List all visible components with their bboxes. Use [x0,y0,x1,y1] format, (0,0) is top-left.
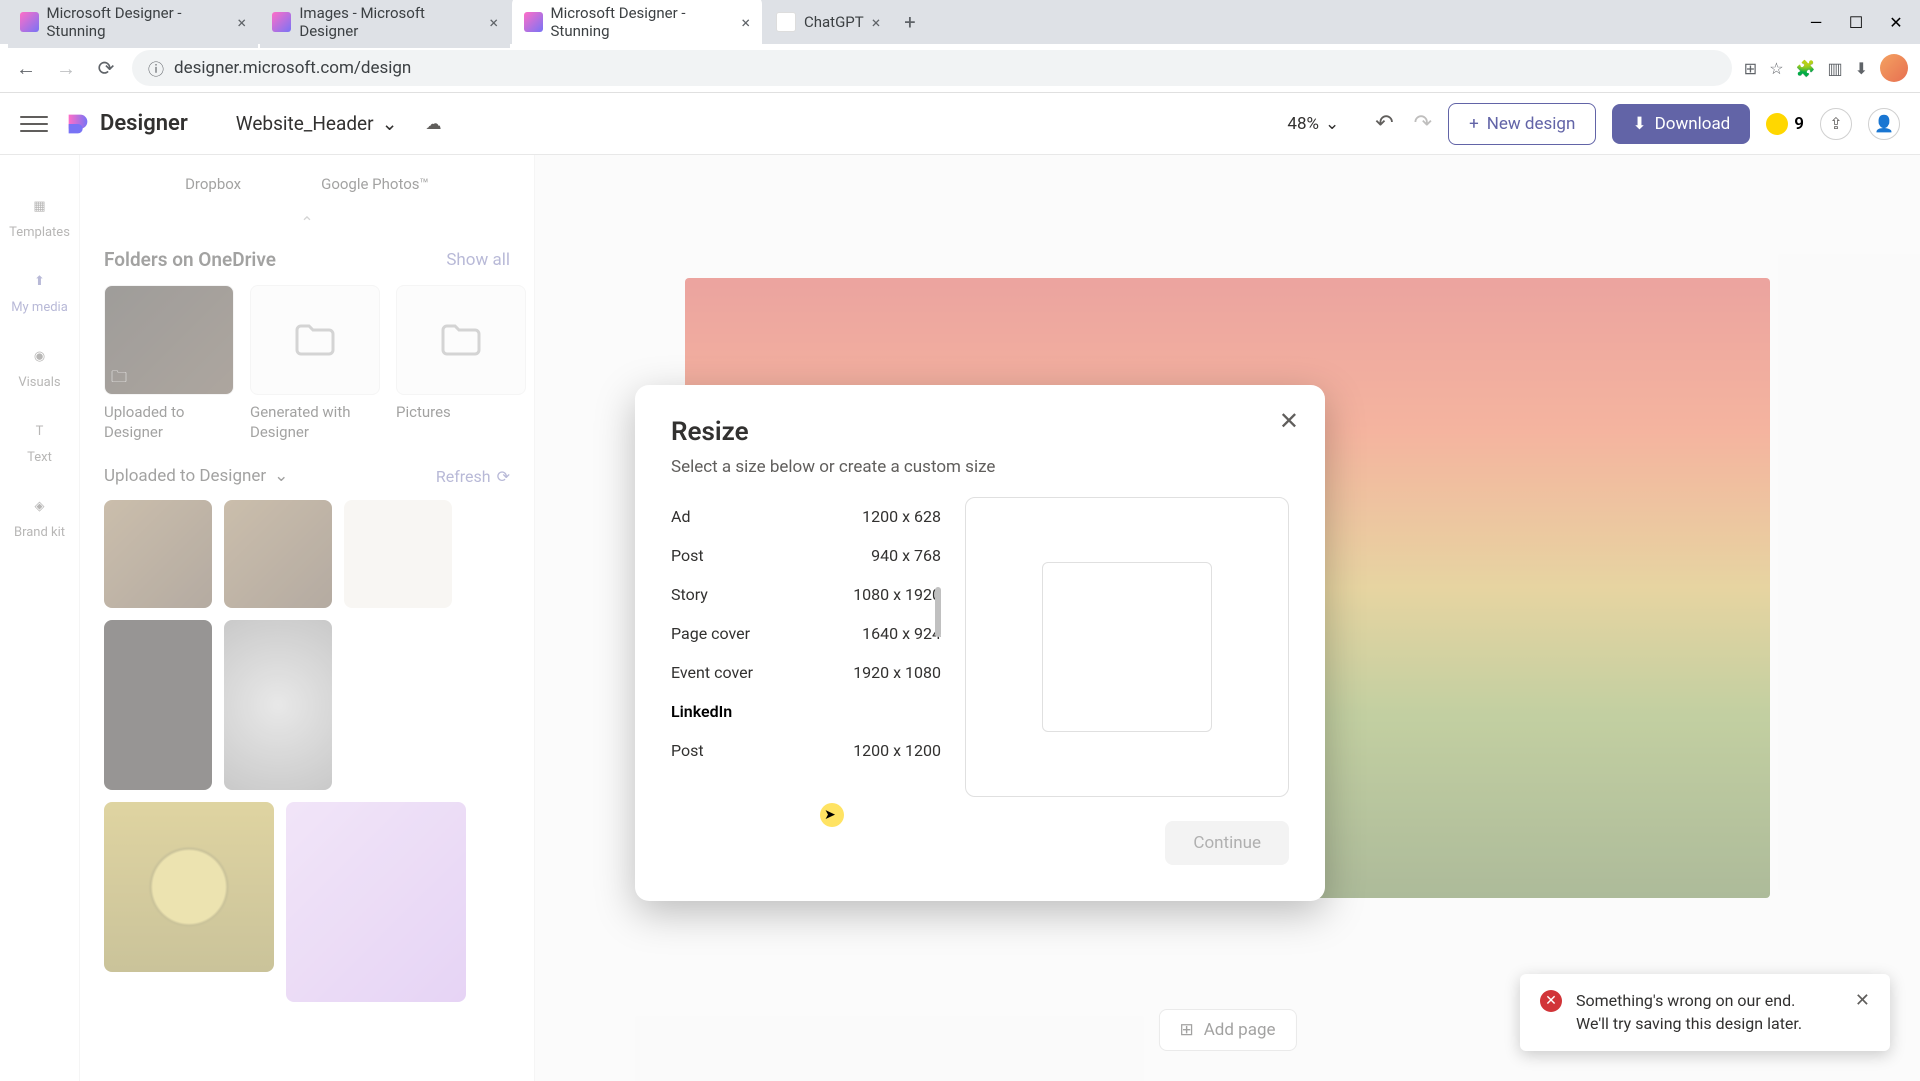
side-panel-icon[interactable]: ▥ [1827,59,1842,78]
toast-line2: We'll try saving this design later. [1576,1013,1802,1035]
toast-line1: Something's wrong on our end. [1576,990,1802,1012]
share-icon[interactable]: ⇪ [1820,108,1852,140]
redo-icon[interactable]: ↷ [1414,111,1432,136]
browser-tab-active[interactable]: Microsoft Designer - Stunning × [512,0,762,48]
extensions-icon[interactable]: 🧩 [1796,59,1816,78]
cursor-icon: ➤ [824,807,836,823]
document-title[interactable]: Website_Header ⌄ [236,112,398,135]
preview-area [965,497,1289,797]
app-header: Designer Website_Header ⌄ ☁ 48% ⌄ ↶ ↷ + … [0,93,1920,155]
size-option[interactable]: Event cover1920 x 1080 [671,653,941,692]
window-controls: — ☐ ✕ [1808,14,1920,30]
chevron-down-icon: ⌄ [1325,114,1339,134]
close-icon[interactable]: ✕ [1855,990,1870,1011]
favicon [524,12,543,32]
tab-title: Images - Microsoft Designer [299,4,481,40]
scrollbar[interactable] [935,587,941,637]
designer-logo-icon [64,110,92,138]
error-icon: ✕ [1540,990,1562,1012]
plus-icon: + [1469,114,1479,134]
forward-icon[interactable]: → [52,54,80,82]
back-icon[interactable]: ← [12,54,40,82]
download-button[interactable]: ⬇ Download [1612,104,1750,144]
continue-button[interactable]: Continue [1165,821,1289,865]
zoom-control[interactable]: 48% ⌄ [1287,114,1339,134]
modal-subtitle: Select a size below or create a custom s… [671,457,1289,477]
close-icon[interactable]: × [237,13,246,32]
browser-tab[interactable]: Images - Microsoft Designer × [260,0,510,48]
url-text: designer.microsoft.com/design [174,58,1716,78]
browser-tab[interactable]: Microsoft Designer - Stunning × [8,0,258,48]
undo-icon[interactable]: ↶ [1375,111,1393,136]
tab-title: Microsoft Designer - Stunning [47,4,230,40]
bookmark-icon[interactable]: ☆ [1769,59,1783,78]
close-icon[interactable]: × [741,13,750,32]
download-icon: ⬇ [1632,114,1646,134]
chevron-down-icon: ⌄ [382,112,398,135]
favicon [20,12,39,32]
maximize-icon[interactable]: ☐ [1848,14,1864,30]
browser-chrome: Microsoft Designer - Stunning × Images -… [0,0,1920,93]
new-tab-button[interactable]: + [894,4,925,40]
coin-icon [1766,113,1788,135]
account-icon[interactable]: 👤 [1868,108,1900,140]
size-group-label: LinkedIn [671,692,941,731]
profile-avatar[interactable] [1880,54,1908,82]
size-option[interactable]: Post1200 x 1200 [671,731,941,770]
close-icon[interactable]: × [489,13,498,32]
close-icon[interactable]: ✕ [1279,407,1299,435]
size-option[interactable]: Page cover1640 x 924 [671,614,941,653]
app-name: Designer [100,111,188,136]
app-logo[interactable]: Designer [64,110,188,138]
error-toast: ✕ Something's wrong on our end. We'll tr… [1520,974,1890,1051]
main-area: ▦ Templates ⬆ My media ◉ Visuals T Text … [0,155,1920,1081]
reload-icon[interactable]: ⟳ [92,54,120,82]
new-design-button[interactable]: + New design [1448,103,1596,145]
tab-title: Microsoft Designer - Stunning [551,4,734,40]
coins-badge[interactable]: 9 [1766,113,1804,135]
downloads-icon[interactable]: ⬇ [1855,59,1868,78]
size-option[interactable]: Story1080 x 1920 [671,575,941,614]
address-bar: ← → ⟳ ⓘ designer.microsoft.com/design ⊞ … [0,44,1920,92]
browser-tab[interactable]: ChatGPT × [764,4,892,40]
favicon [272,12,291,32]
favicon [776,12,796,32]
size-list: Ad1200 x 628 Post940 x 768 Story1080 x 1… [671,497,941,797]
close-window-icon[interactable]: ✕ [1888,14,1904,30]
url-bar[interactable]: ⓘ designer.microsoft.com/design [132,50,1732,86]
sync-icon[interactable]: ☁ [425,114,441,133]
modal-title: Resize [671,417,1289,447]
size-option[interactable]: Ad1200 x 628 [671,497,941,536]
tab-bar: Microsoft Designer - Stunning × Images -… [0,0,1920,44]
site-info-icon[interactable]: ⓘ [148,56,164,80]
preview-placeholder [1042,562,1212,732]
tab-title: ChatGPT [804,13,864,31]
install-icon[interactable]: ⊞ [1744,59,1757,78]
minimize-icon[interactable]: — [1808,14,1824,30]
resize-modal: ✕ Resize Select a size below or create a… [635,385,1325,901]
menu-icon[interactable] [20,110,48,138]
close-icon[interactable]: × [872,13,881,32]
size-option[interactable]: Post940 x 768 [671,536,941,575]
